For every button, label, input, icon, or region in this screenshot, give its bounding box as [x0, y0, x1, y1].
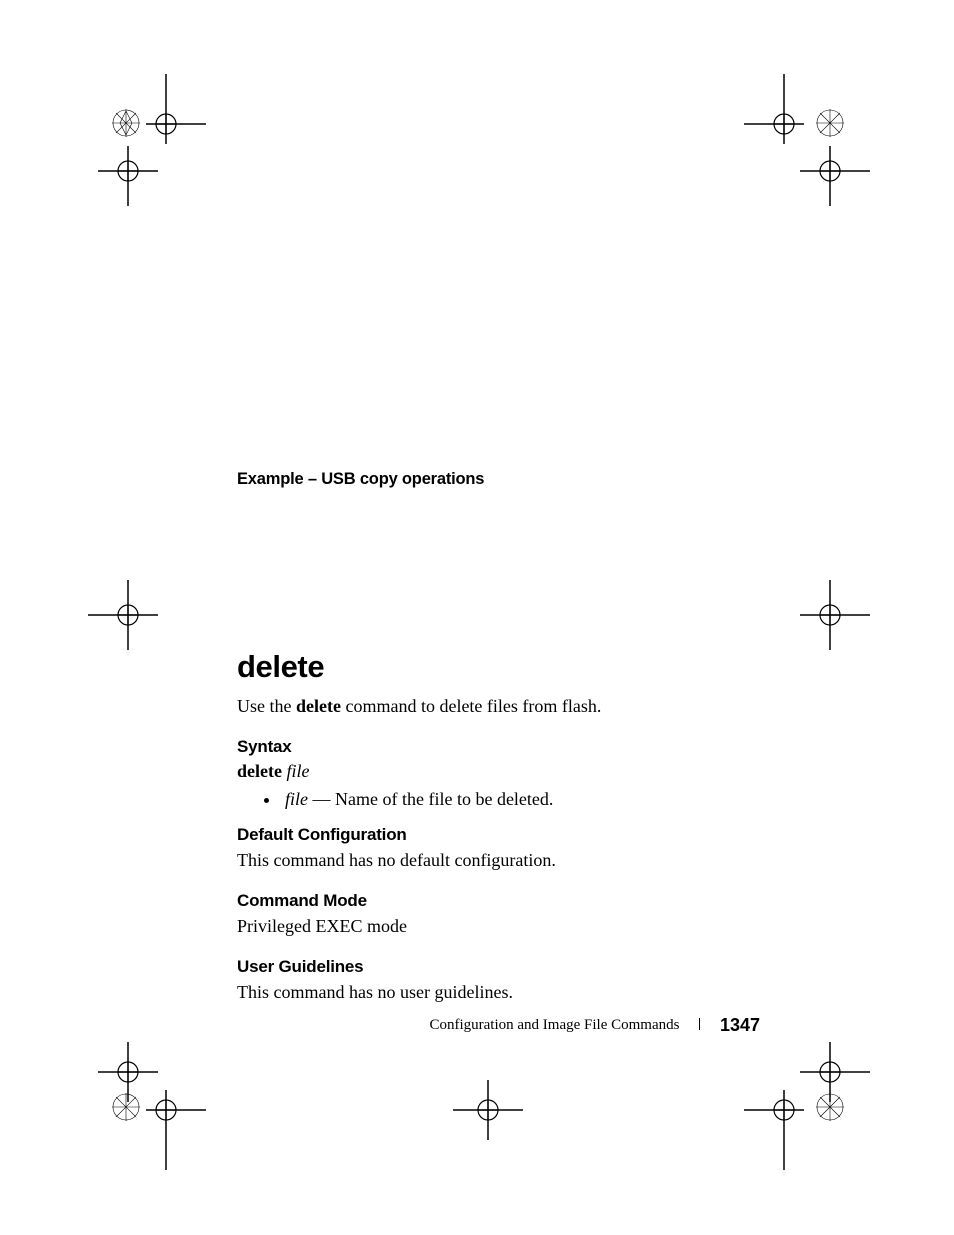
- crop-mark-icon: [790, 580, 870, 665]
- syntax-arg-list: file — Name of the file to be deleted.: [237, 788, 757, 811]
- crop-mark-icon: [88, 580, 168, 665]
- arg-name: file: [285, 789, 308, 809]
- intro-text: command to delete files from flash.: [341, 696, 601, 716]
- command-mode-heading: Command Mode: [237, 891, 757, 911]
- page-content: Example – USB copy operations delete Use…: [237, 470, 757, 1004]
- syntax-arg-item: file — Name of the file to be deleted.: [281, 788, 757, 811]
- syntax-line: delete file: [237, 761, 757, 782]
- intro-text: Use the: [237, 696, 296, 716]
- page: Example – USB copy operations delete Use…: [0, 0, 954, 1235]
- registration-ornament-icon: [112, 109, 140, 137]
- user-guidelines-text: This command has no user guidelines.: [237, 981, 757, 1005]
- intro-command-name: delete: [296, 696, 341, 716]
- footer-page-number: 1347: [720, 1015, 760, 1035]
- syntax-keyword: delete: [237, 761, 282, 781]
- default-config-text: This command has no default configuratio…: [237, 849, 757, 873]
- footer-section-name: Configuration and Image File Commands: [429, 1017, 679, 1033]
- example-heading: Example – USB copy operations: [237, 470, 757, 489]
- crop-mark-icon: [98, 146, 178, 231]
- crop-mark-icon: [448, 1070, 528, 1155]
- crop-mark-icon: [800, 1022, 880, 1107]
- command-mode-text: Privileged EXEC mode: [237, 915, 757, 939]
- registration-ornament-icon: [816, 109, 844, 137]
- registration-ornament-icon: [112, 1093, 140, 1121]
- syntax-arg: file: [286, 761, 309, 781]
- crop-mark-icon: [146, 1060, 216, 1175]
- crop-mark-icon: [800, 146, 880, 231]
- page-footer: Configuration and Image File Commands 13…: [0, 1015, 760, 1036]
- arg-desc: — Name of the file to be deleted.: [308, 789, 553, 809]
- default-config-heading: Default Configuration: [237, 825, 757, 845]
- command-intro: Use the delete command to delete files f…: [237, 695, 757, 719]
- syntax-heading: Syntax: [237, 737, 757, 757]
- footer-separator-icon: [699, 1018, 700, 1030]
- command-title: delete: [237, 649, 757, 685]
- user-guidelines-heading: User Guidelines: [237, 957, 757, 977]
